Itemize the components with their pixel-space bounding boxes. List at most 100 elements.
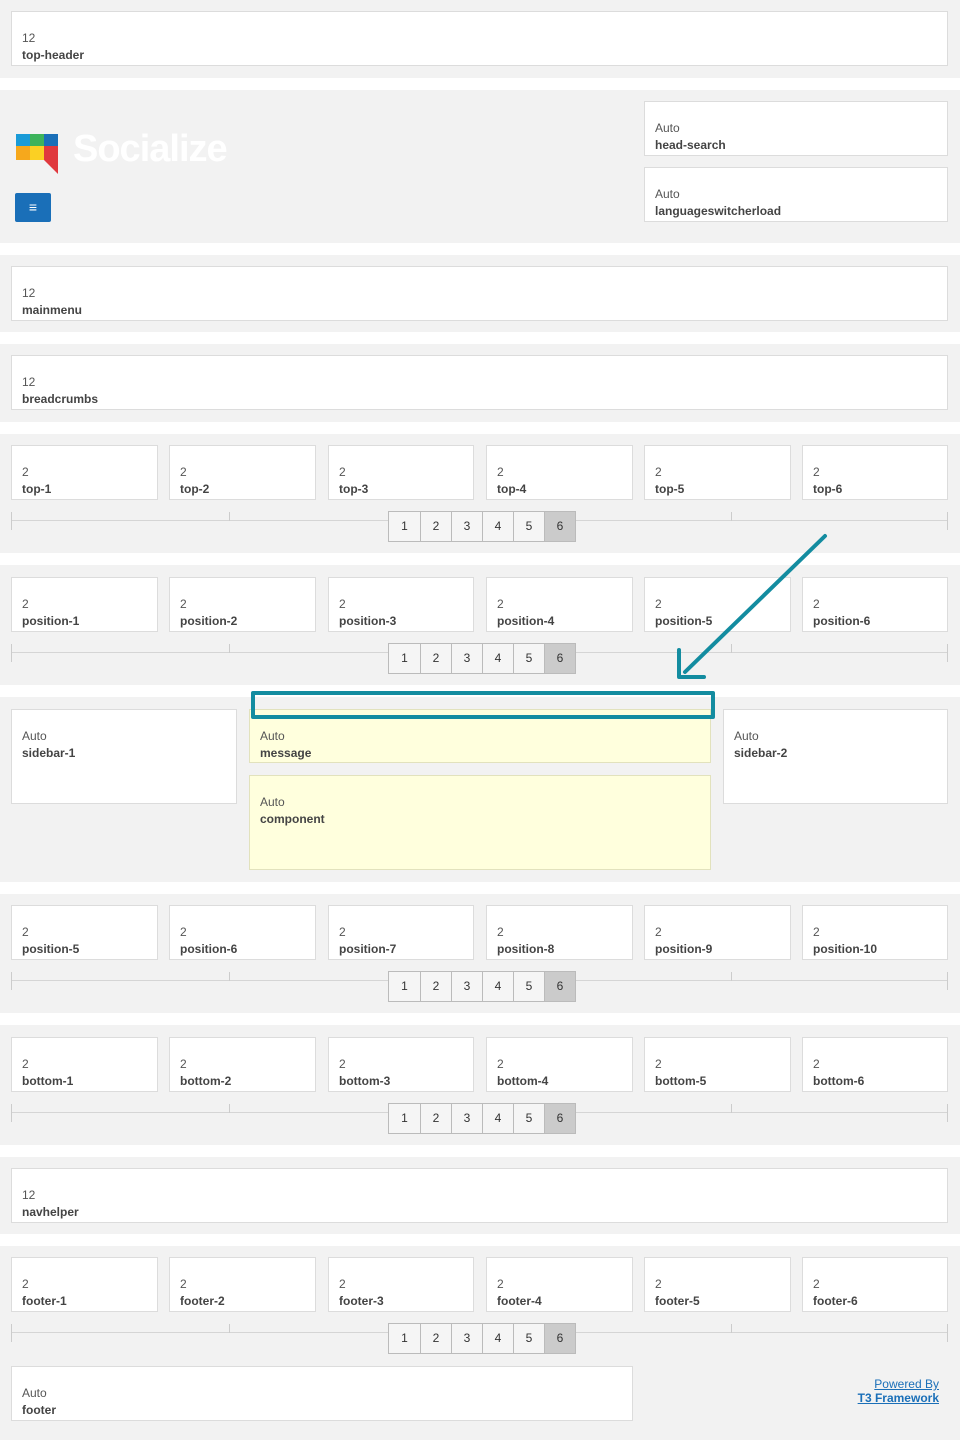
hamburger-menu-button[interactable]: ≡: [15, 193, 51, 222]
column-pager[interactable]: 1 2 3 4 5 6: [388, 1323, 576, 1354]
position-top-2[interactable]: 2 top-2: [169, 445, 316, 500]
position-name: footer-3: [339, 1294, 384, 1308]
position-top-1[interactable]: 2 top-1: [11, 445, 158, 500]
logo-text: Socialize: [73, 128, 228, 170]
column-pager[interactable]: 1 2 3 4 5 6: [388, 1103, 576, 1134]
position-width: 2: [497, 1057, 504, 1071]
position-position-5[interactable]: 2 position-5: [644, 577, 791, 632]
pager-button-2[interactable]: 2: [420, 644, 451, 673]
position-width: 2: [813, 465, 820, 479]
pager-button-3[interactable]: 3: [451, 1104, 482, 1133]
pager-button-2[interactable]: 2: [420, 1324, 451, 1353]
position-navhelper[interactable]: 12 navhelper: [11, 1168, 948, 1223]
position-position-7[interactable]: 2 position-7: [328, 905, 474, 960]
position-width: 2: [497, 465, 504, 479]
position-top-4[interactable]: 2 top-4: [486, 445, 633, 500]
position-width: 12: [22, 375, 36, 389]
position-bottom-2[interactable]: 2 bottom-2: [169, 1037, 316, 1092]
pager-button-5[interactable]: 5: [513, 644, 544, 673]
position-width: 2: [813, 597, 820, 611]
pager-button-4[interactable]: 4: [482, 972, 513, 1001]
pager-button-3[interactable]: 3: [451, 1324, 482, 1353]
pager-button-2[interactable]: 2: [420, 972, 451, 1001]
position-width: Auto: [734, 729, 759, 743]
pager-button-6[interactable]: 6: [544, 1324, 575, 1353]
position-position-3[interactable]: 2 position-3: [328, 577, 474, 632]
powered-by-link[interactable]: Powered By: [858, 1377, 939, 1391]
position-position-10[interactable]: 2 position-10: [802, 905, 948, 960]
position-width: 2: [813, 1277, 820, 1291]
column-pager[interactable]: 1 2 3 4 5 6: [388, 643, 576, 674]
position-position-4[interactable]: 2 position-4: [486, 577, 633, 632]
pager-button-4[interactable]: 4: [482, 644, 513, 673]
pager-button-4[interactable]: 4: [482, 512, 513, 541]
pager-button-6[interactable]: 6: [544, 512, 575, 541]
pager-button-5[interactable]: 5: [513, 1104, 544, 1133]
pager-button-3[interactable]: 3: [451, 972, 482, 1001]
pager-button-2[interactable]: 2: [420, 1104, 451, 1133]
position-width: 2: [22, 597, 29, 611]
position-bottom-6[interactable]: 2 bottom-6: [802, 1037, 948, 1092]
position-footer-3[interactable]: 2 footer-3: [328, 1257, 474, 1312]
position-footer[interactable]: Auto footer: [11, 1366, 633, 1421]
position-name: position-9: [655, 942, 713, 956]
column-pager[interactable]: 1 2 3 4 5 6: [388, 971, 576, 1002]
position-position-1[interactable]: 2 position-1: [11, 577, 158, 632]
position-sidebar-1[interactable]: Auto sidebar-1: [11, 709, 237, 804]
position-breadcrumbs[interactable]: 12 breadcrumbs: [11, 355, 948, 410]
position-name: position-3: [339, 614, 397, 628]
pager-button-6[interactable]: 6: [544, 972, 575, 1001]
position-top-6[interactable]: 2 top-6: [802, 445, 948, 500]
position-mainmenu[interactable]: 12 mainmenu: [11, 266, 948, 321]
position-position-9[interactable]: 2 position-9: [644, 905, 791, 960]
position-bottom-3[interactable]: 2 bottom-3: [328, 1037, 474, 1092]
pager-button-5[interactable]: 5: [513, 972, 544, 1001]
position-footer-6[interactable]: 2 footer-6: [802, 1257, 948, 1312]
position-sidebar-2[interactable]: Auto sidebar-2: [723, 709, 948, 804]
pager-button-1[interactable]: 1: [389, 644, 420, 673]
position-name: position-6: [813, 614, 871, 628]
position-width: 2: [180, 925, 187, 939]
position-languageswitcherload[interactable]: Auto languageswitcherload: [644, 167, 948, 222]
column-pager[interactable]: 1 2 3 4 5 6: [388, 511, 576, 542]
position-position-6[interactable]: 2 position-6: [169, 905, 316, 960]
position-head-search[interactable]: Auto head-search: [644, 101, 948, 156]
position-width: 2: [180, 465, 187, 479]
position-bottom-1[interactable]: 2 bottom-1: [11, 1037, 158, 1092]
position-top-header[interactable]: 12 top-header: [11, 11, 948, 66]
pager-button-5[interactable]: 5: [513, 1324, 544, 1353]
pager-button-6[interactable]: 6: [544, 644, 575, 673]
position-footer-4[interactable]: 2 footer-4: [486, 1257, 633, 1312]
position-bottom-4[interactable]: 2 bottom-4: [486, 1037, 633, 1092]
pager-button-6[interactable]: 6: [544, 1104, 575, 1133]
pager-button-4[interactable]: 4: [482, 1104, 513, 1133]
position-width: 2: [655, 597, 662, 611]
position-position-2[interactable]: 2 position-2: [169, 577, 316, 632]
position-top-3[interactable]: 2 top-3: [328, 445, 474, 500]
position-name: bottom-2: [180, 1074, 232, 1088]
position-name: top-header: [22, 48, 85, 62]
position-width: 2: [339, 925, 346, 939]
position-name: breadcrumbs: [22, 392, 99, 406]
pager-button-1[interactable]: 1: [389, 512, 420, 541]
position-bottom-5[interactable]: 2 bottom-5: [644, 1037, 791, 1092]
position-footer-2[interactable]: 2 footer-2: [169, 1257, 316, 1312]
pager-button-3[interactable]: 3: [451, 644, 482, 673]
position-name: position-5: [22, 942, 80, 956]
position-footer-1[interactable]: 2 footer-1: [11, 1257, 158, 1312]
position-position-8[interactable]: 2 position-8: [486, 905, 633, 960]
t3-framework-link[interactable]: T3 Framework: [858, 1391, 939, 1405]
pager-button-1[interactable]: 1: [389, 972, 420, 1001]
position-component[interactable]: Auto component: [249, 775, 711, 870]
pager-button-2[interactable]: 2: [420, 512, 451, 541]
position-position-5[interactable]: 2 position-5: [11, 905, 158, 960]
position-top-5[interactable]: 2 top-5: [644, 445, 791, 500]
pager-button-5[interactable]: 5: [513, 512, 544, 541]
pager-button-3[interactable]: 3: [451, 512, 482, 541]
pager-button-4[interactable]: 4: [482, 1324, 513, 1353]
position-width: 12: [22, 31, 36, 45]
pager-button-1[interactable]: 1: [389, 1104, 420, 1133]
position-position-6[interactable]: 2 position-6: [802, 577, 948, 632]
pager-button-1[interactable]: 1: [389, 1324, 420, 1353]
position-footer-5[interactable]: 2 footer-5: [644, 1257, 791, 1312]
